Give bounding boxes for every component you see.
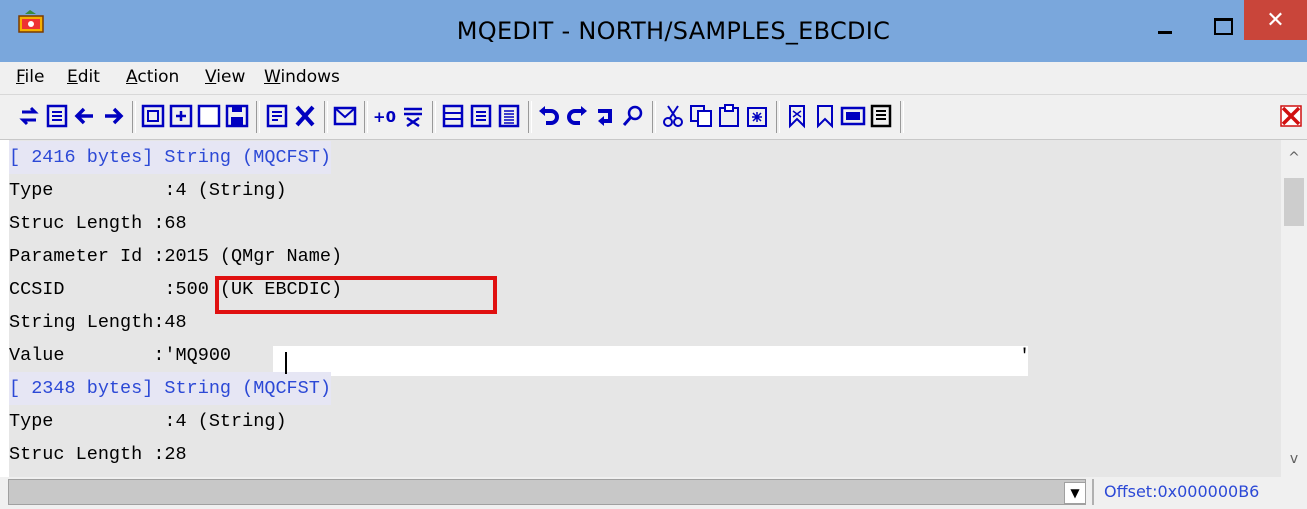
ccsid-highlight-box	[215, 276, 497, 314]
toolbar-separator	[528, 101, 532, 133]
mail-icon[interactable]	[330, 101, 360, 131]
find-icon[interactable]	[618, 101, 648, 131]
chevron-down-icon[interactable]: ▼	[1064, 482, 1086, 504]
svg-text:+0: +0	[373, 108, 396, 126]
ok-icon[interactable]	[838, 101, 868, 131]
properties-icon[interactable]	[866, 101, 896, 131]
close-button[interactable]: ✕	[1244, 0, 1307, 40]
page-one-icon[interactable]	[438, 101, 468, 131]
toolbar-separator	[900, 101, 904, 133]
menu-action[interactable]: Action	[126, 62, 179, 94]
close-icon: ✕	[1266, 7, 1285, 33]
copy-icon[interactable]	[686, 101, 716, 131]
paste-icon[interactable]	[714, 101, 744, 131]
list-icon[interactable]	[42, 101, 72, 131]
undo-icon[interactable]	[534, 101, 564, 131]
toolbar-separator	[364, 101, 368, 133]
status-pane	[8, 479, 1086, 505]
minimize-button[interactable]	[1140, 8, 1190, 44]
field-row[interactable]: Value :'MQ900	[9, 339, 231, 372]
new-message-icon[interactable]	[166, 101, 196, 131]
status-bar: ▼ Offset:0x000000B6	[0, 477, 1307, 509]
save-icon[interactable]	[222, 101, 252, 131]
field-row[interactable]: String Length:48	[9, 306, 187, 339]
text-caret	[285, 352, 287, 374]
maximize-button[interactable]	[1198, 8, 1248, 44]
back-arrow-icon[interactable]	[70, 101, 100, 131]
toolbar-separator	[132, 101, 136, 133]
repeat-icon[interactable]	[590, 101, 620, 131]
scroll-down-icon[interactable]: v	[1281, 449, 1307, 469]
title-bar[interactable]: MQEDIT - NORTH/SAMPLES_EBCDIC ✕	[0, 0, 1307, 62]
field-row[interactable]: Type :4 (String)	[9, 405, 287, 438]
structure-header-row[interactable]: [ 2348 bytes] String (MQCFST)	[9, 372, 331, 405]
page-two-icon[interactable]	[466, 101, 496, 131]
toolbar-separator	[432, 101, 436, 133]
blank-page-icon[interactable]	[194, 101, 224, 131]
offset-indicator: Offset:0x000000B6	[1092, 479, 1307, 505]
bookmark-icon[interactable]	[782, 101, 812, 131]
delete-icon[interactable]	[290, 101, 320, 131]
toolbar-separator	[776, 101, 780, 133]
close-red-icon[interactable]	[1276, 101, 1306, 131]
vertical-scrollbar[interactable]: ^ v	[1281, 140, 1307, 477]
paste-special-icon[interactable]	[742, 101, 772, 131]
field-row[interactable]: Struc Length :28	[9, 438, 187, 471]
window-title: MQEDIT - NORTH/SAMPLES_EBCDIC	[456, 17, 891, 45]
menu-file[interactable]: File	[16, 62, 44, 94]
cut-icon[interactable]	[658, 101, 688, 131]
structure-header-row[interactable]: [ 2416 bytes] String (MQCFST)	[9, 141, 331, 174]
scroll-up-icon[interactable]: ^	[1281, 148, 1307, 168]
scrollbar-thumb[interactable]	[1284, 178, 1304, 226]
toolbar-separator	[324, 101, 328, 133]
redo-icon[interactable]	[562, 101, 592, 131]
maximize-icon	[1213, 17, 1233, 35]
refresh-icon[interactable]	[14, 101, 44, 131]
menu-bar: File Edit Action View Windows	[0, 62, 1307, 95]
message-content-pane[interactable]: [ 2416 bytes] String (MQCFST) Type :4 (St…	[9, 140, 1281, 477]
forward-arrow-icon[interactable]	[98, 101, 128, 131]
copy-message-icon[interactable]	[138, 101, 168, 131]
value-close-quote: '	[1019, 346, 1031, 367]
toolbar-separator	[256, 101, 260, 133]
filter-icon[interactable]	[398, 101, 428, 131]
text-view-icon[interactable]	[262, 101, 292, 131]
field-row[interactable]: Struc Length :68	[9, 207, 187, 240]
menu-edit[interactable]: Edit	[67, 62, 100, 94]
minimize-icon	[1158, 30, 1172, 34]
toolbar-separator	[652, 101, 656, 133]
page-three-icon[interactable]	[494, 101, 524, 131]
menu-view[interactable]: View	[205, 62, 245, 94]
field-row[interactable]: Parameter Id :2015 (QMgr Name)	[9, 240, 342, 273]
field-row[interactable]: Type :4 (String)	[9, 174, 287, 207]
value-input-field[interactable]	[273, 346, 1028, 376]
toolbar: +0	[0, 95, 1307, 140]
add-zero-icon[interactable]: +0	[370, 101, 400, 131]
bookmark-outline-icon[interactable]	[810, 101, 840, 131]
menu-windows[interactable]: Windows	[264, 62, 340, 94]
